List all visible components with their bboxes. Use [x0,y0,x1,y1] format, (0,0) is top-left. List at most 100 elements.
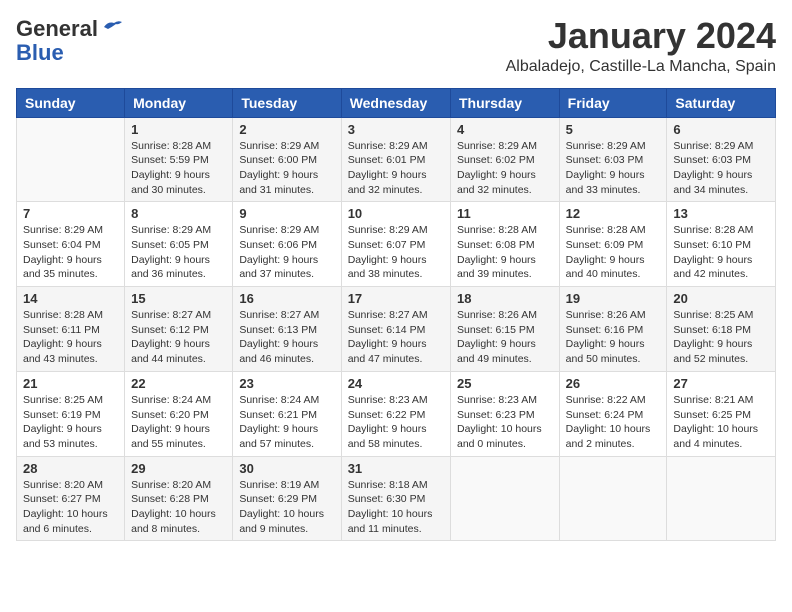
day-number: 23 [239,376,334,391]
calendar-cell: 29Sunrise: 8:20 AMSunset: 6:28 PMDayligh… [125,456,233,541]
day-number: 27 [673,376,769,391]
day-number: 1 [131,122,226,137]
day-number: 18 [457,291,553,306]
calendar-cell: 12 Sunrise: 8:28 AMSunset: 6:09 PMDayligh… [559,202,667,287]
calendar-cell [451,456,560,541]
day-number: 5 [566,122,661,137]
day-number: 12 [566,206,661,221]
day-info: Sunrise: 8:20 AMSunset: 6:27 PMDaylight:… [23,478,118,537]
day-info: Sunrise: 8:18 AMSunset: 6:30 PMDaylight:… [348,478,444,537]
day-info: Sunrise: 8:26 AMSunset: 6:16 PMDaylight:… [566,308,661,367]
day-info: Sunrise: 8:22 AMSunset: 6:24 PMDaylight:… [566,393,661,452]
calendar-cell: 15Sunrise: 8:27 AMSunset: 6:12 PMDayligh… [125,287,233,372]
calendar-cell: 16 Sunrise: 8:27 AMSunset: 6:13 PMDayligh… [233,287,341,372]
day-number: 16 [239,291,334,306]
calendar-cell: 20Sunrise: 8:25 AMSunset: 6:18 PMDayligh… [667,287,776,372]
calendar-cell: 8Sunrise: 8:29 AMSunset: 6:05 PMDaylight… [125,202,233,287]
logo: General Blue [16,16,122,66]
day-info: Sunrise: 8:29 AMSunset: 6:03 PMDaylight:… [673,139,769,198]
day-info: Sunrise: 8:29 AMSunset: 6:06 PMDaylight:… [239,223,334,282]
calendar-cell: 13 Sunrise: 8:28 AMSunset: 6:10 PMDayligh… [667,202,776,287]
day-number: 20 [673,291,769,306]
day-info: Sunrise: 8:28 AMSunset: 6:08 PMDaylight:… [457,223,553,282]
logo-general-text: General [16,16,98,42]
day-info: Sunrise: 8:29 AMSunset: 6:02 PMDaylight:… [457,139,553,198]
calendar-cell: 23Sunrise: 8:24 AMSunset: 6:21 PMDayligh… [233,371,341,456]
day-info: Sunrise: 8:29 AMSunset: 6:03 PMDaylight:… [566,139,661,198]
month-year-title: January 2024 [506,16,776,56]
day-number: 4 [457,122,553,137]
weekday-header-thursday: Thursday [451,88,560,117]
day-info: Sunrise: 8:29 AMSunset: 6:05 PMDaylight:… [131,223,226,282]
calendar-cell: 25 Sunrise: 8:23 AMSunset: 6:23 PMDayligh… [451,371,560,456]
logo-blue-text: Blue [16,40,64,66]
day-number: 3 [348,122,444,137]
calendar-cell: 9 Sunrise: 8:29 AMSunset: 6:06 PMDaylight… [233,202,341,287]
day-info: Sunrise: 8:25 AMSunset: 6:19 PMDaylight:… [23,393,118,452]
calendar-cell: 11 Sunrise: 8:28 AMSunset: 6:08 PMDayligh… [451,202,560,287]
calendar-cell [667,456,776,541]
day-number: 11 [457,206,553,221]
day-number: 21 [23,376,118,391]
calendar-cell: 17Sunrise: 8:27 AMSunset: 6:14 PMDayligh… [341,287,450,372]
day-info: Sunrise: 8:28 AMSunset: 6:11 PMDaylight:… [23,308,118,367]
location-subtitle: Albaladejo, Castille-La Mancha, Spain [506,58,776,76]
day-number: 15 [131,291,226,306]
weekday-header-monday: Monday [125,88,233,117]
day-info: Sunrise: 8:28 AMSunset: 6:09 PMDaylight:… [566,223,661,282]
calendar-cell: 10 Sunrise: 8:29 AMSunset: 6:07 PMDayligh… [341,202,450,287]
day-info: Sunrise: 8:26 AMSunset: 6:15 PMDaylight:… [457,308,553,367]
day-info: Sunrise: 8:29 AMSunset: 6:00 PMDaylight:… [239,139,334,198]
day-number: 26 [566,376,661,391]
calendar-week-3: 14 Sunrise: 8:28 AMSunset: 6:11 PMDayligh… [17,287,776,372]
calendar-cell: 27 Sunrise: 8:21 AMSunset: 6:25 PMDayligh… [667,371,776,456]
day-number: 14 [23,291,118,306]
calendar-cell: 30 Sunrise: 8:19 AMSunset: 6:29 PMDayligh… [233,456,341,541]
day-info: Sunrise: 8:28 AMSunset: 5:59 PMDaylight:… [131,139,226,198]
calendar-cell: 22Sunrise: 8:24 AMSunset: 6:20 PMDayligh… [125,371,233,456]
weekday-header-saturday: Saturday [667,88,776,117]
day-info: Sunrise: 8:23 AMSunset: 6:23 PMDaylight:… [457,393,553,452]
day-number: 25 [457,376,553,391]
calendar-cell: 2 Sunrise: 8:29 AMSunset: 6:00 PMDaylight… [233,117,341,202]
day-number: 10 [348,206,444,221]
day-info: Sunrise: 8:24 AMSunset: 6:20 PMDaylight:… [131,393,226,452]
day-number: 7 [23,206,118,221]
calendar-cell: 28 Sunrise: 8:20 AMSunset: 6:27 PMDayligh… [17,456,125,541]
day-info: Sunrise: 8:29 AMSunset: 6:04 PMDaylight:… [23,223,118,282]
weekday-header-row: SundayMondayTuesdayWednesdayThursdayFrid… [17,88,776,117]
day-number: 31 [348,461,444,476]
calendar-cell: 14 Sunrise: 8:28 AMSunset: 6:11 PMDayligh… [17,287,125,372]
calendar-cell: 21 Sunrise: 8:25 AMSunset: 6:19 PMDayligh… [17,371,125,456]
weekday-header-sunday: Sunday [17,88,125,117]
day-number: 30 [239,461,334,476]
calendar-cell [559,456,667,541]
day-info: Sunrise: 8:27 AMSunset: 6:13 PMDaylight:… [239,308,334,367]
calendar-cell: 24Sunrise: 8:23 AMSunset: 6:22 PMDayligh… [341,371,450,456]
day-number: 13 [673,206,769,221]
weekday-header-wednesday: Wednesday [341,88,450,117]
calendar-cell: 4 Sunrise: 8:29 AMSunset: 6:02 PMDaylight… [451,117,560,202]
calendar-cell: 7 Sunrise: 8:29 AMSunset: 6:04 PMDaylight… [17,202,125,287]
calendar-week-1: 1 Sunrise: 8:28 AMSunset: 5:59 PMDaylight… [17,117,776,202]
day-number: 24 [348,376,444,391]
day-number: 28 [23,461,118,476]
day-info: Sunrise: 8:21 AMSunset: 6:25 PMDaylight:… [673,393,769,452]
weekday-header-tuesday: Tuesday [233,88,341,117]
calendar-cell [17,117,125,202]
day-info: Sunrise: 8:19 AMSunset: 6:29 PMDaylight:… [239,478,334,537]
day-info: Sunrise: 8:29 AMSunset: 6:01 PMDaylight:… [348,139,444,198]
calendar-cell: 5 Sunrise: 8:29 AMSunset: 6:03 PMDaylight… [559,117,667,202]
day-number: 2 [239,122,334,137]
calendar-cell: 19 Sunrise: 8:26 AMSunset: 6:16 PMDayligh… [559,287,667,372]
weekday-header-friday: Friday [559,88,667,117]
day-info: Sunrise: 8:28 AMSunset: 6:10 PMDaylight:… [673,223,769,282]
calendar-cell: 6Sunrise: 8:29 AMSunset: 6:03 PMDaylight… [667,117,776,202]
calendar-cell: 26 Sunrise: 8:22 AMSunset: 6:24 PMDayligh… [559,371,667,456]
day-info: Sunrise: 8:20 AMSunset: 6:28 PMDaylight:… [131,478,226,537]
title-section: January 2024 Albaladejo, Castille-La Man… [506,16,776,76]
logo-bird-icon [100,19,122,37]
day-info: Sunrise: 8:29 AMSunset: 6:07 PMDaylight:… [348,223,444,282]
day-number: 9 [239,206,334,221]
day-number: 19 [566,291,661,306]
